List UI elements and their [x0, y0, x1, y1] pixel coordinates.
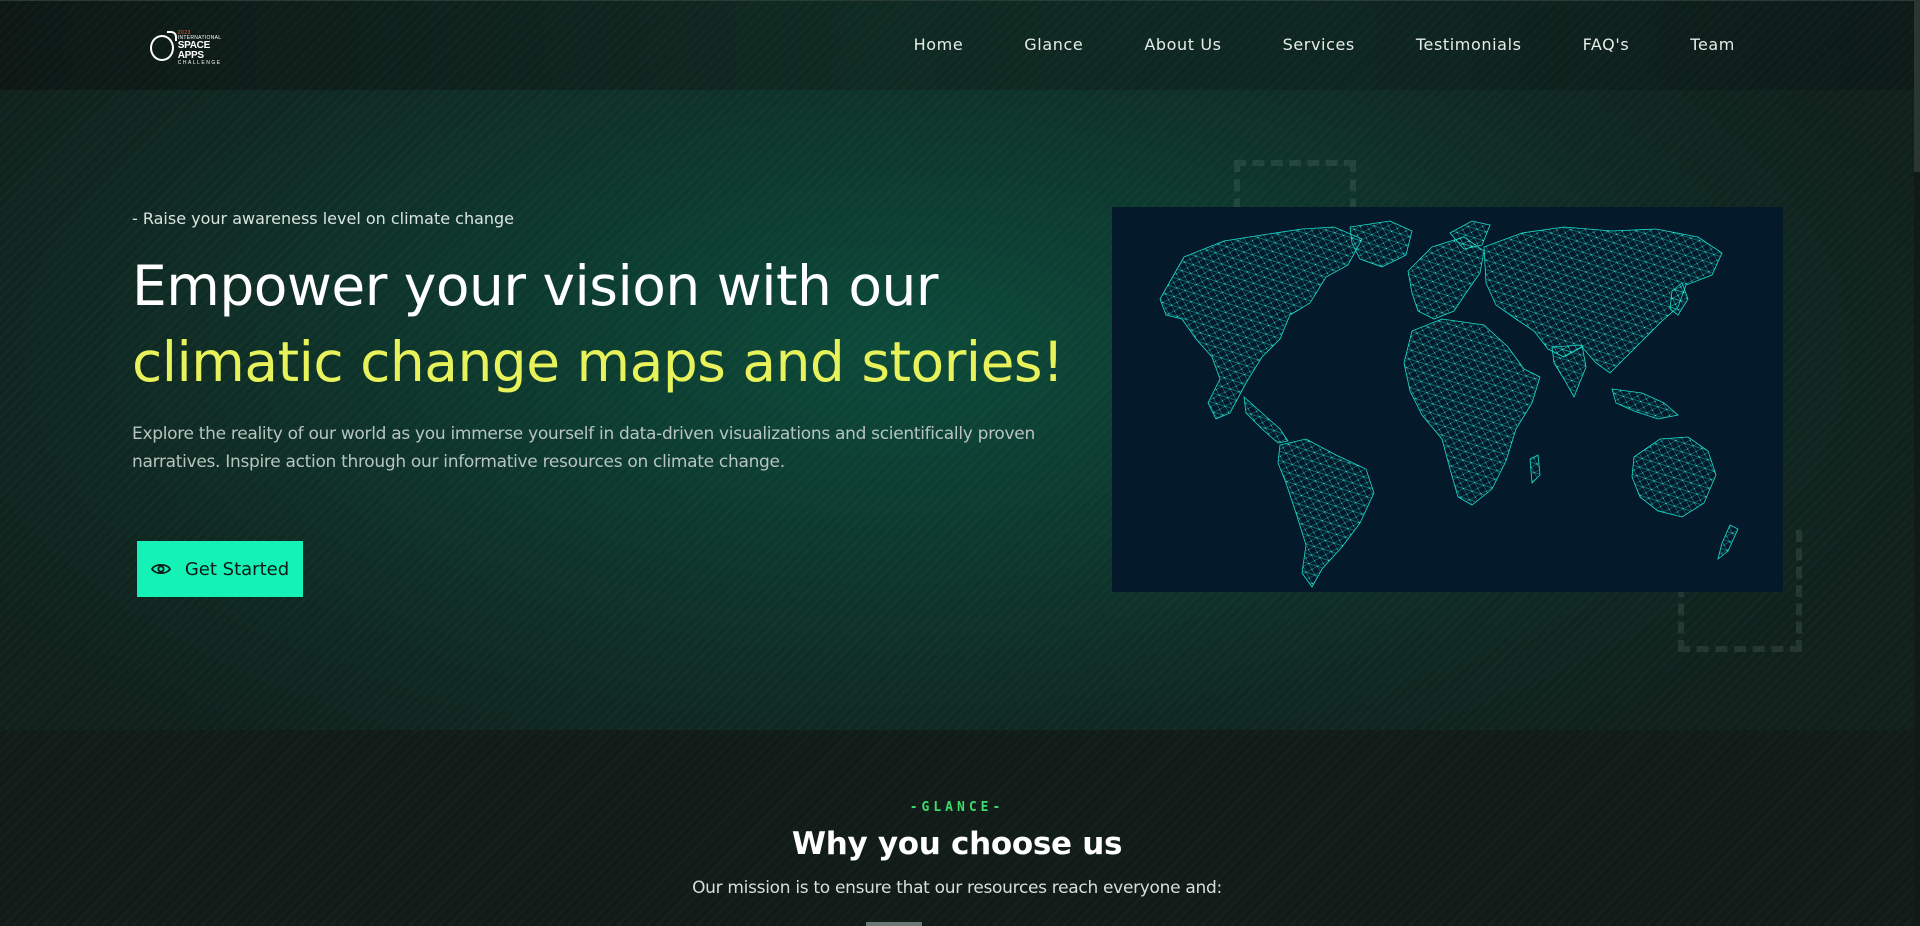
- hero-tagline: - Raise your awareness level on climate …: [132, 209, 515, 228]
- headline-accent: climatic change maps and stories!: [132, 330, 1064, 394]
- nav-glance[interactable]: Glance: [1024, 35, 1083, 54]
- hero-section: - Raise your awareness level on climate …: [0, 90, 1920, 730]
- glance-subtitle: Our mission is to ensure that our resour…: [692, 878, 1222, 898]
- nav-faqs[interactable]: FAQ's: [1583, 35, 1630, 54]
- world-network-map: [1112, 207, 1783, 592]
- world-map-illustration: [1159, 220, 1739, 588]
- page: 2023 INTERNATIONAL SPACE APPS CHALLENGE …: [0, 0, 1920, 926]
- logo-challenge: CHALLENGE: [177, 59, 222, 66]
- logo-wordmark: 2023 INTERNATIONAL SPACE APPS CHALLENGE: [177, 30, 232, 66]
- logo-mark-icon: [150, 31, 177, 61]
- glance-eyebrow: -GLANCE-: [909, 800, 1005, 815]
- nav-team[interactable]: Team: [1690, 35, 1735, 54]
- eye-icon: [150, 563, 171, 575]
- nav-home[interactable]: Home: [914, 35, 964, 54]
- nav-testimonials[interactable]: Testimonials: [1416, 35, 1522, 54]
- headline-plain: Empower your vision with our: [132, 254, 939, 318]
- main-nav: Home Glance About Us Services Testimonia…: [914, 35, 1735, 54]
- space-apps-logo[interactable]: 2023 INTERNATIONAL SPACE APPS CHALLENGE: [150, 30, 232, 66]
- hero-headline: Empower your vision with our climatic ch…: [132, 248, 1092, 400]
- glance-title: Why you choose us: [791, 826, 1123, 862]
- glance-section: -GLANCE- Why you choose us Our mission i…: [0, 730, 1920, 926]
- hero-description: Explore the reality of our world as you …: [132, 424, 1035, 472]
- get-started-button[interactable]: Get Started: [137, 541, 303, 597]
- logo-space-apps: SPACE APPS: [177, 39, 211, 61]
- nav-services[interactable]: Services: [1283, 35, 1355, 54]
- get-started-label: Get Started: [184, 558, 290, 580]
- content-peek-bar: [866, 922, 922, 926]
- site-header: 2023 INTERNATIONAL SPACE APPS CHALLENGE …: [0, 0, 1920, 90]
- scrollbar-thumb[interactable]: [1914, 0, 1920, 172]
- nav-about-us[interactable]: About Us: [1144, 35, 1221, 54]
- page-scrollbar[interactable]: [1914, 0, 1920, 926]
